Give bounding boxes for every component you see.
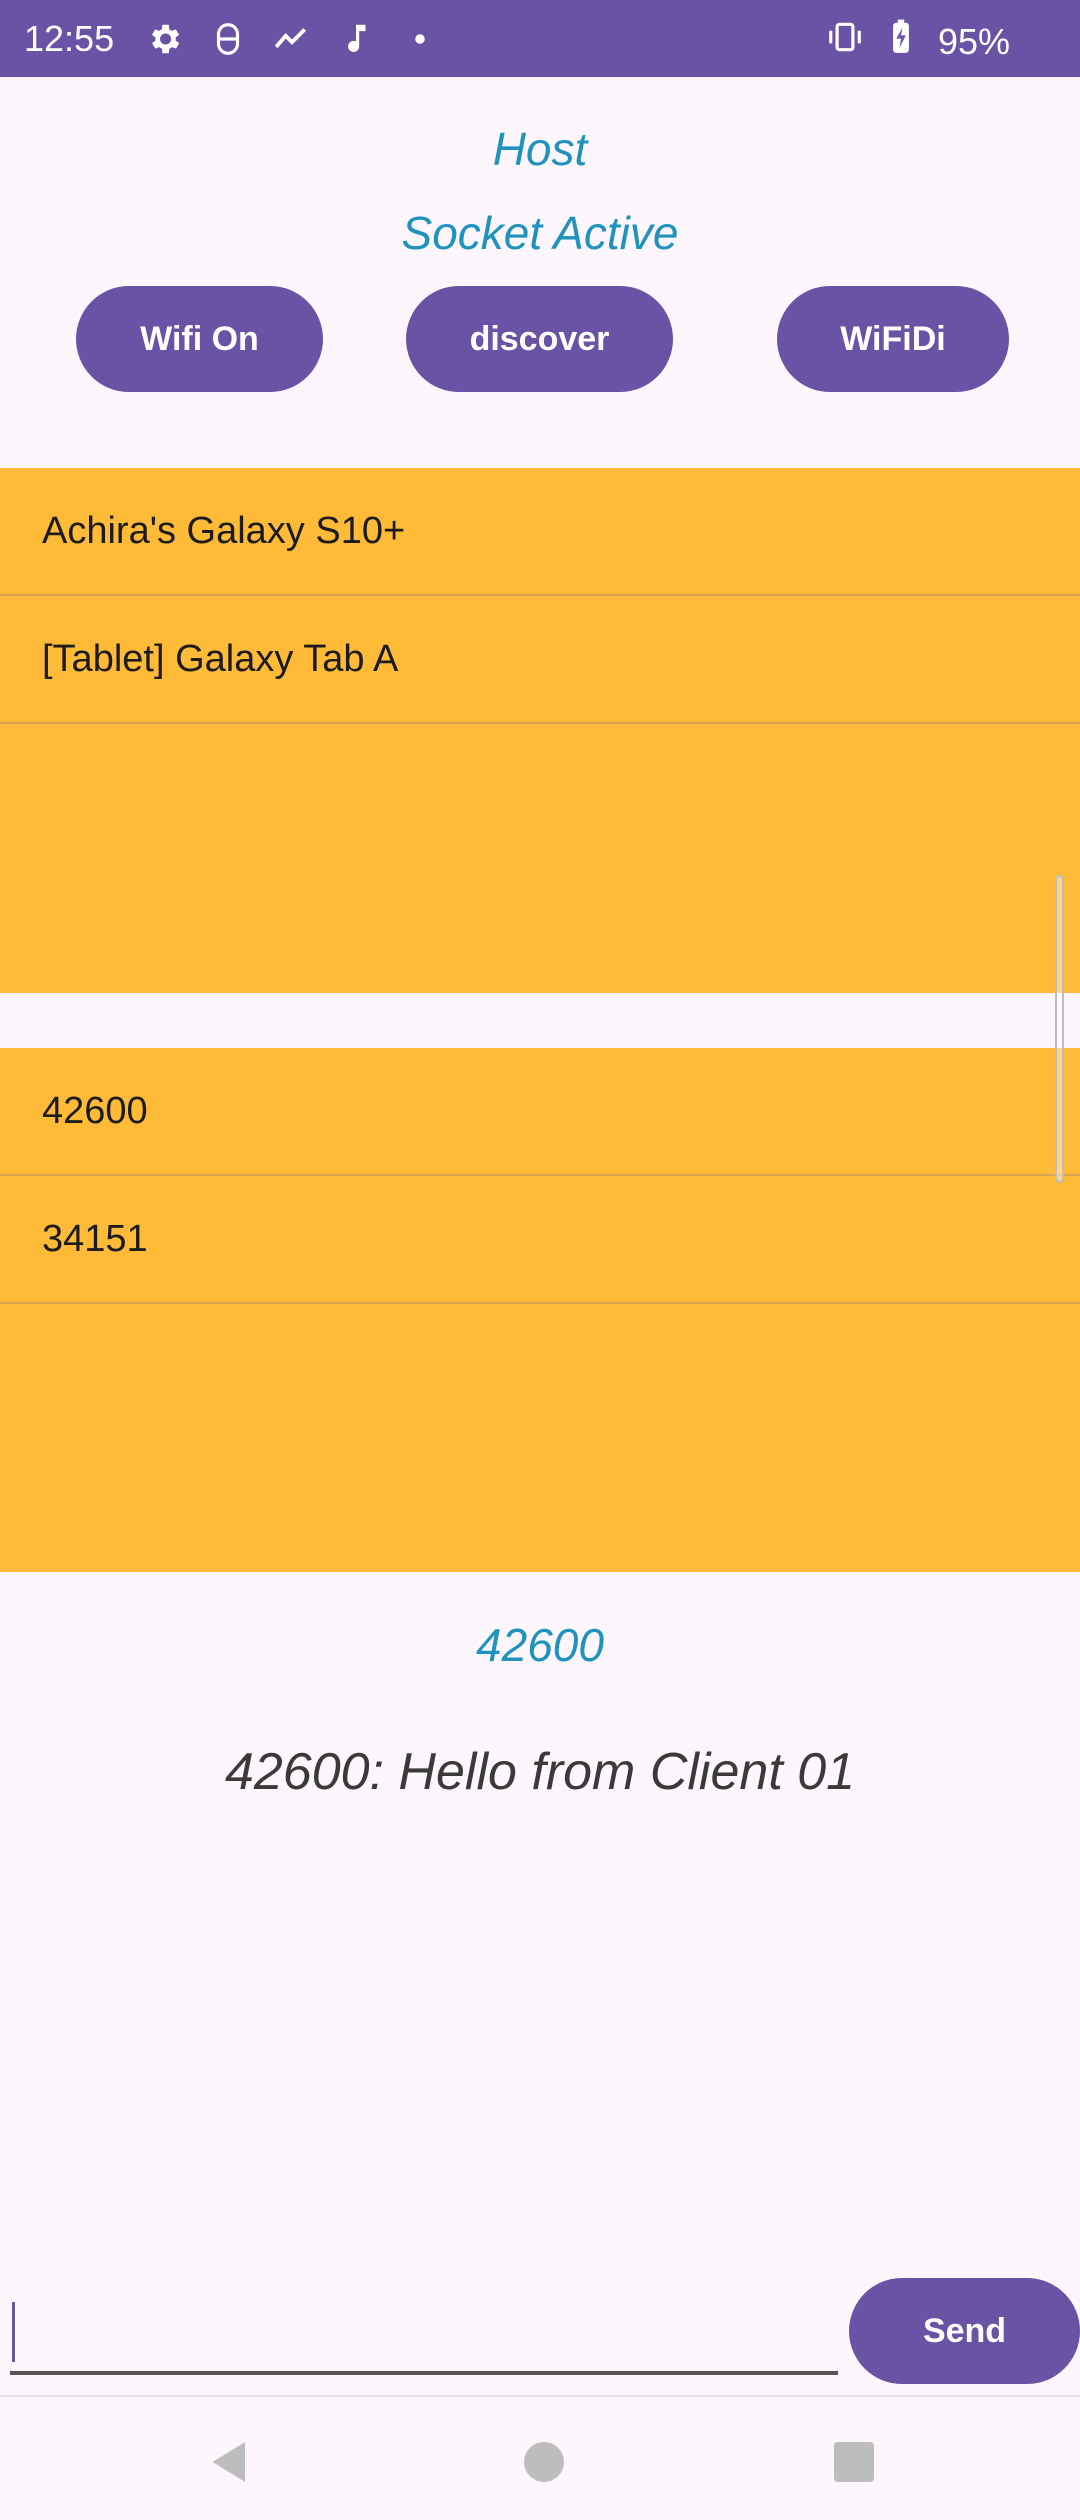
- status-bar: 12:55 95%: [0, 0, 1080, 77]
- battery-charging-icon: [882, 18, 920, 65]
- devices-list[interactable]: Achira's Galaxy S10+ [Tablet] Galaxy Tab…: [0, 468, 1080, 993]
- device-list-item[interactable]: [Tablet] Galaxy Tab A: [0, 596, 1080, 724]
- back-button[interactable]: [195, 2427, 265, 2497]
- role-title: Host: [492, 123, 588, 175]
- recents-button[interactable]: [819, 2427, 889, 2497]
- home-circle-icon: [524, 2442, 564, 2482]
- device-list-item[interactable]: Achira's Galaxy S10+: [0, 468, 1080, 596]
- back-triangle-icon: [212, 2442, 245, 2482]
- discover-button[interactable]: discover: [406, 286, 673, 392]
- socket-status: Socket Active: [401, 207, 679, 259]
- dot-icon: [401, 20, 439, 63]
- text-cursor: [12, 2302, 15, 2362]
- client-list-item[interactable]: 34151: [0, 1176, 1080, 1304]
- scrollbar[interactable]: [1055, 875, 1064, 1183]
- status-right: 95%: [826, 18, 1010, 65]
- home-button[interactable]: [509, 2427, 579, 2497]
- clients-list[interactable]: 42600 34151: [0, 1048, 1080, 1572]
- activity-icon: [273, 20, 311, 63]
- battery-level: 95%: [937, 20, 1010, 62]
- selected-client: 42600: [476, 1619, 604, 1671]
- received-message: 42600: Hello from Client 01: [224, 1743, 856, 1801]
- status-time: 12:55: [24, 18, 115, 59]
- wifidi-button[interactable]: WiFiDi: [777, 286, 1009, 392]
- send-button[interactable]: Send: [849, 2278, 1080, 2384]
- music-note-icon: [337, 20, 375, 63]
- wifi-on-button[interactable]: Wifi On: [76, 286, 323, 392]
- recents-square-icon: [834, 2442, 874, 2482]
- message-input[interactable]: [10, 2295, 838, 2375]
- navigation-bar: [0, 2395, 1080, 2520]
- accessibility-icon: [209, 20, 247, 63]
- settings-icon: [145, 20, 183, 63]
- vibrate-icon: [826, 18, 864, 65]
- client-list-item[interactable]: 42600: [0, 1048, 1080, 1176]
- status-icons-left: [145, 20, 439, 63]
